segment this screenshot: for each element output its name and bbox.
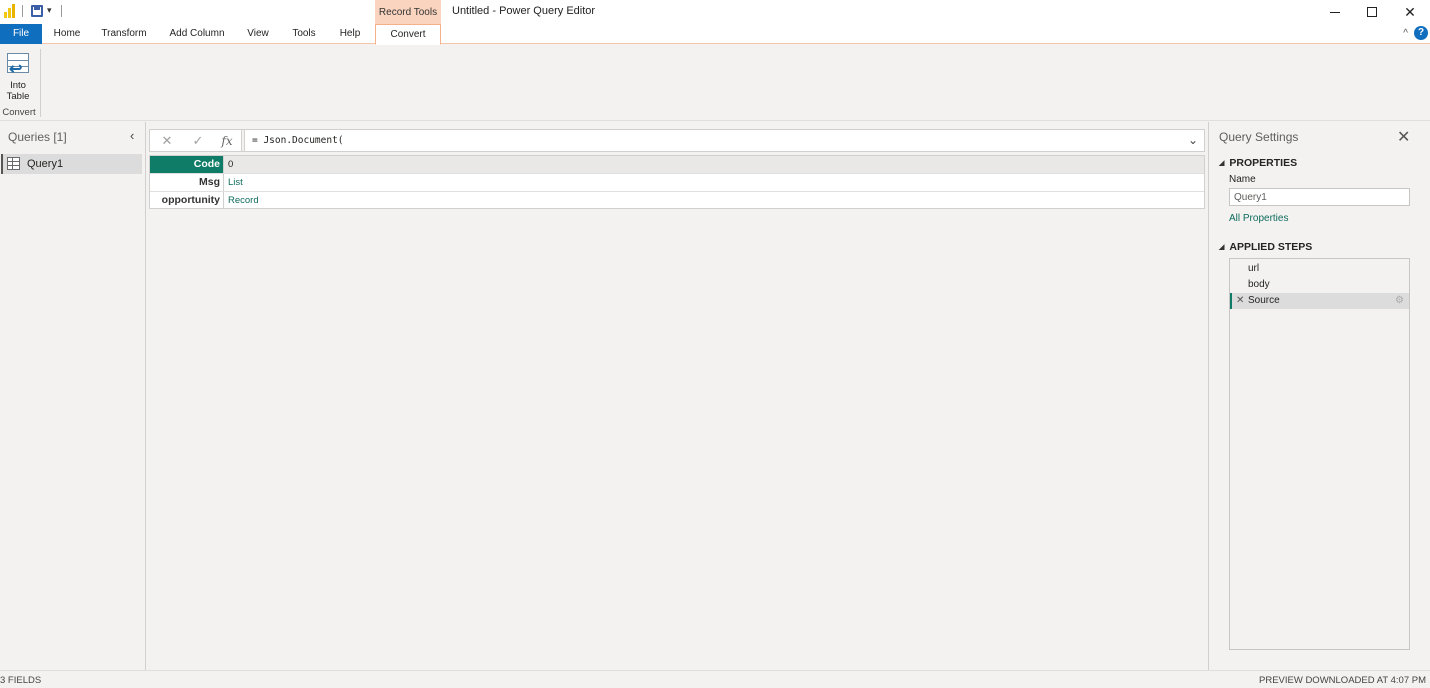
close-button[interactable]: ✕	[1395, 2, 1425, 22]
into-table-label-line2: Table	[6, 91, 30, 102]
preview-status: PREVIEW DOWNLOADED AT 4:07 PM	[1259, 675, 1426, 686]
commit-formula-icon[interactable]: ✓	[187, 132, 209, 150]
save-icon[interactable]	[31, 5, 43, 17]
tab-convert[interactable]: Convert	[375, 24, 441, 45]
into-table-button[interactable]: ↩ Into Table	[2, 49, 34, 105]
tab-help[interactable]: Help	[335, 24, 365, 44]
field-count-status: 3 FIELDS	[0, 675, 42, 686]
table-icon	[7, 157, 20, 170]
record-field-link[interactable]: List	[228, 174, 243, 192]
formula-input[interactable]: = Json.Document(	[252, 135, 344, 146]
query-settings-title: Query Settings	[1219, 130, 1299, 144]
record-field-name[interactable]: Code	[150, 156, 224, 173]
record-row[interactable]: opportunity Record	[150, 192, 1204, 210]
quick-access-dropdown-icon[interactable]: ▾	[47, 5, 52, 16]
ribbon-tabs: File Home Transform Add Column View Tool…	[0, 24, 1430, 45]
queries-title: Queries [1]	[8, 130, 67, 144]
gear-icon[interactable]: ⚙	[1395, 293, 1404, 309]
tab-file[interactable]: File	[0, 24, 42, 44]
record-field-value[interactable]: 0	[228, 156, 233, 174]
into-table-icon: ↩	[5, 51, 31, 78]
step-source[interactable]: ✕ Source ⚙	[1230, 293, 1409, 309]
tab-view[interactable]: View	[243, 24, 273, 44]
expand-formula-icon[interactable]: ⌄	[1188, 133, 1198, 147]
query-name-input[interactable]	[1229, 188, 1410, 206]
properties-heading[interactable]: ◢ PROPERTIES	[1219, 157, 1297, 169]
collapse-ribbon-icon[interactable]: ^	[1403, 28, 1408, 39]
query-item-label: Query1	[27, 158, 64, 170]
minimize-button[interactable]	[1320, 2, 1350, 22]
step-url[interactable]: url	[1230, 261, 1409, 277]
close-settings-icon[interactable]: ✕	[1397, 127, 1410, 147]
all-properties-link[interactable]: All Properties	[1229, 213, 1288, 224]
status-bar: 3 FIELDS PREVIEW DOWNLOADED AT 4:07 PM	[0, 670, 1430, 688]
tab-transform[interactable]: Transform	[98, 24, 150, 44]
queries-pane: Queries [1] ‹ Query1	[0, 122, 146, 670]
group-separator	[40, 49, 41, 117]
record-field-name[interactable]: Msg	[150, 174, 224, 191]
window-title: Untitled - Power Query Editor	[452, 5, 596, 17]
name-label: Name	[1229, 174, 1256, 185]
into-table-label-line1: Into	[10, 80, 26, 91]
formula-separator	[241, 130, 245, 151]
collapse-triangle-icon: ◢	[1219, 244, 1225, 251]
query-settings-pane: Query Settings ✕ ◢ PROPERTIES Name All Pr…	[1208, 122, 1430, 670]
applied-steps-heading[interactable]: ◢ APPLIED STEPS	[1219, 241, 1312, 253]
help-icon[interactable]: ?	[1414, 26, 1428, 40]
record-field-link[interactable]: Record	[228, 192, 259, 210]
ribbon: ↩ Into Table Convert	[0, 45, 1430, 121]
separator	[22, 5, 23, 17]
cancel-formula-icon[interactable]: ✕	[156, 132, 178, 150]
applied-steps-list: url body ✕ Source ⚙	[1229, 258, 1410, 650]
query-item[interactable]: Query1	[1, 154, 142, 174]
properties-heading-label: PROPERTIES	[1229, 157, 1298, 169]
power-bi-logo-icon	[4, 4, 16, 18]
tab-add-column[interactable]: Add Column	[164, 24, 230, 44]
formula-bar: ✕ ✓ fx = Json.Document( ⌄	[149, 129, 1205, 152]
fx-icon[interactable]: fx	[216, 132, 238, 150]
collapse-queries-icon[interactable]: ‹	[130, 128, 134, 143]
record-row[interactable]: Code 0	[150, 156, 1204, 174]
record-grid: Code 0 Msg List opportunity Record	[149, 155, 1205, 209]
step-body[interactable]: body	[1230, 277, 1409, 293]
record-row[interactable]: Msg List	[150, 174, 1204, 192]
separator	[61, 5, 62, 17]
step-source-label: Source	[1248, 295, 1280, 306]
applied-steps-heading-label: APPLIED STEPS	[1229, 241, 1313, 253]
maximize-button[interactable]	[1357, 2, 1387, 22]
tab-home[interactable]: Home	[48, 24, 86, 44]
delete-step-icon[interactable]: ✕	[1236, 293, 1244, 309]
collapse-triangle-icon: ◢	[1219, 160, 1225, 167]
record-tools-context-label: Record Tools	[375, 0, 441, 24]
title-bar: ▾ Record Tools Untitled - Power Query Ed…	[0, 0, 1430, 24]
record-field-name[interactable]: opportunity	[150, 192, 224, 209]
convert-group-label: Convert	[2, 107, 36, 118]
tab-tools[interactable]: Tools	[287, 24, 321, 44]
